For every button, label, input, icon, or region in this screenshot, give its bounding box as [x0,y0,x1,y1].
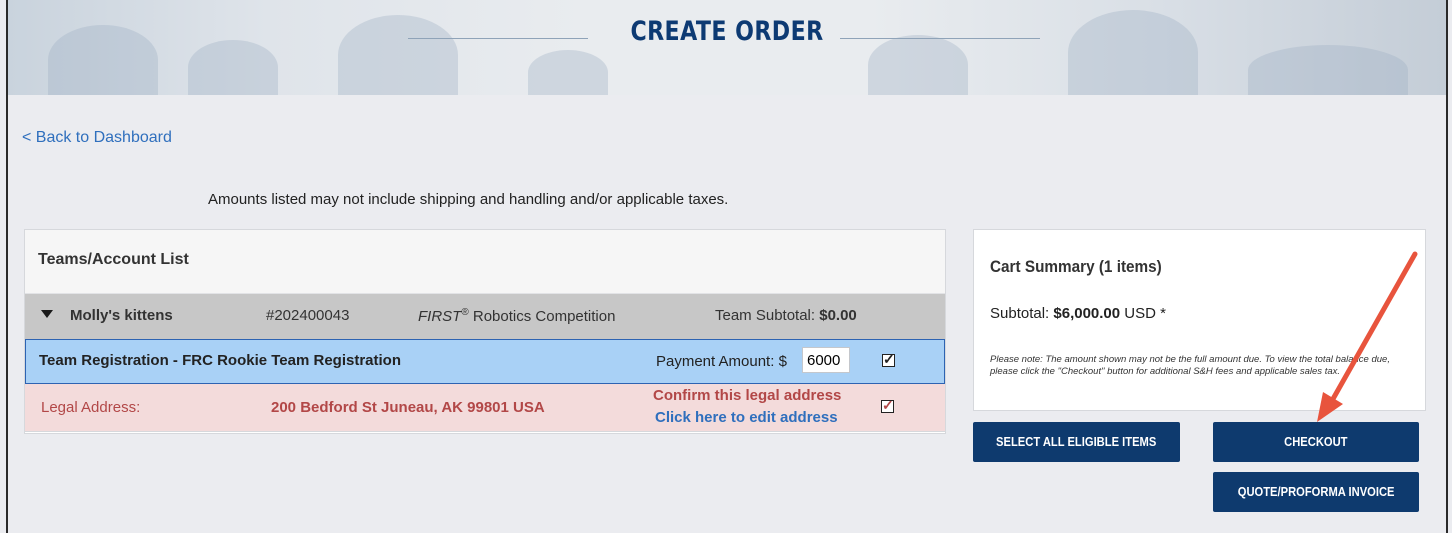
caret-down-icon[interactable] [41,310,53,318]
back-to-dashboard-link[interactable]: < Back to Dashboard [22,129,172,147]
select-all-label: SELECT ALL ELIGIBLE ITEMS [996,434,1157,449]
banner-photo-figure [188,40,278,95]
legal-address-value: 200 Bedford St Juneau, AK 99801 USA [271,399,545,416]
red-arrow-icon [1317,251,1418,422]
team-number: #202400043 [266,307,350,324]
registered-mark: ® [461,307,469,318]
edit-address-link[interactable]: Click here to edit address [655,409,838,426]
quote-proforma-invoice-button[interactable]: QUOTE/PROFORMA INVOICE [1213,472,1419,512]
page-title: CREATE ORDER [630,16,824,47]
banner-photo-figure [1248,45,1408,95]
shipping-notice: Amounts listed may not include shipping … [208,191,729,208]
team-subtotal: Team Subtotal: $0.00 [715,307,857,324]
legal-address-row: Legal Address: 200 Bedford St Juneau, AK… [25,384,945,432]
team-subtotal-label: Team Subtotal: [715,307,820,324]
payment-amount-label: Payment Amount: $ [656,353,787,370]
registration-checkbox[interactable]: ✓ [882,352,895,367]
address-checkbox[interactable]: ✓ [881,398,894,413]
teams-account-panel: Teams/Account List Molly's kittens #2024… [24,229,946,434]
teams-panel-title: Teams/Account List [25,230,945,294]
team-name: Molly's kittens [70,307,173,324]
select-all-eligible-button[interactable]: SELECT ALL ELIGIBLE ITEMS [973,422,1180,462]
cart-subtotal-currency: USD * [1120,305,1166,322]
team-program: FIRST® Robotics Competition [418,307,615,325]
cart-subtotal-value: $6,000.00 [1053,305,1121,322]
program-prefix: FIRST [418,308,462,325]
quote-label: QUOTE/PROFORMA INVOICE [1237,484,1395,499]
page-frame: CREATE ORDER < Back to Dashboard Amounts… [6,0,1448,533]
program-suffix: Robotics Competition [468,308,616,325]
payment-amount-input[interactable] [802,347,850,373]
cart-subtotal: Subtotal: $6,000.00 USD * [990,305,1166,322]
registration-label: Team Registration - FRC Rookie Team Regi… [39,352,401,369]
cart-summary-title: Cart Summary (1 items) [990,257,1162,276]
banner-photo-figure [528,50,608,95]
team-subtotal-value: $0.00 [819,307,857,324]
cart-subtotal-label: Subtotal: [990,305,1054,322]
page-banner: CREATE ORDER [8,0,1446,95]
confirm-address-text: Confirm this legal address [653,387,842,404]
registration-row: Team Registration - FRC Rookie Team Regi… [25,339,945,384]
legal-address-label: Legal Address: [41,399,141,416]
team-row: Molly's kittens #202400043 FIRST® Roboti… [25,294,945,339]
